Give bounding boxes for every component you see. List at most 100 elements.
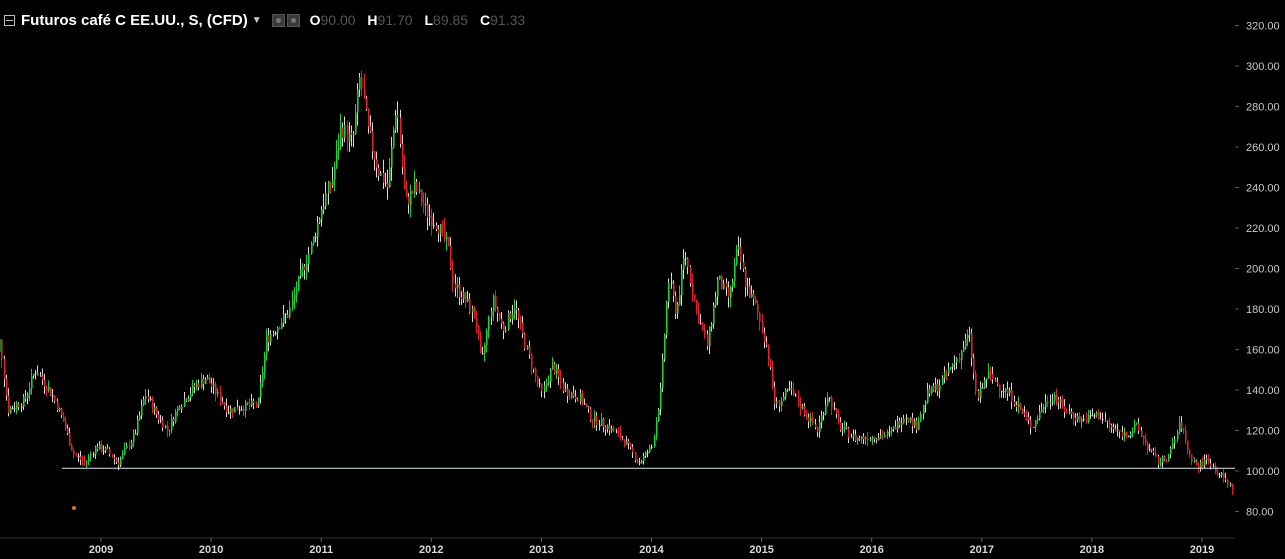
candle-body <box>713 305 715 325</box>
candle-body <box>853 434 855 437</box>
candle-body <box>114 457 116 460</box>
candle-body <box>224 403 226 406</box>
candle-body <box>984 380 986 388</box>
candle-body <box>1230 483 1232 486</box>
candle-body <box>912 417 914 427</box>
candle-body <box>385 182 387 184</box>
candle-body <box>785 389 787 397</box>
candle-body <box>961 351 963 361</box>
candle-body <box>798 395 800 404</box>
candle-body <box>1086 418 1088 423</box>
candle-body <box>133 433 135 443</box>
candle-body <box>1039 411 1041 419</box>
candle-body <box>939 384 941 392</box>
candle-body <box>1200 461 1202 469</box>
candle-body <box>630 443 632 448</box>
candle-body <box>851 436 853 438</box>
candle-body <box>808 417 810 422</box>
candle-body <box>61 408 63 416</box>
candle-body <box>1147 443 1149 450</box>
candle-body <box>514 308 516 314</box>
candle-body <box>565 388 567 392</box>
candle-body <box>876 439 878 441</box>
candle-body <box>569 395 571 398</box>
candle-body <box>643 455 645 461</box>
candle-body <box>895 426 897 430</box>
candle-body <box>35 373 37 375</box>
candle-body <box>918 421 920 430</box>
candle-body <box>389 167 391 188</box>
candle-body <box>256 403 258 406</box>
candle-body <box>194 385 196 387</box>
candle-body <box>914 420 916 427</box>
candle-body <box>721 275 723 289</box>
candle-body <box>391 147 393 168</box>
candle-body <box>86 460 88 463</box>
candle-body <box>651 446 653 448</box>
candle-body <box>605 426 607 430</box>
candle-body <box>433 225 435 227</box>
candle-body <box>76 455 78 457</box>
candle-body <box>1043 407 1045 410</box>
candle-body <box>1033 426 1035 428</box>
candle-body <box>709 326 711 347</box>
candle-body <box>903 418 905 423</box>
candle-body <box>599 425 601 427</box>
candle-body <box>645 452 647 456</box>
candle-body <box>959 358 961 361</box>
candle-body <box>1185 430 1187 441</box>
candle-body <box>90 454 92 457</box>
collapse-icon[interactable] <box>4 14 15 26</box>
candle-body <box>495 295 497 309</box>
candle-body <box>203 378 205 385</box>
candle-body <box>315 236 317 238</box>
candle-body <box>283 314 285 324</box>
gear-icon[interactable] <box>286 13 300 27</box>
settings-icon[interactable] <box>271 13 285 27</box>
candle-body <box>1016 404 1018 407</box>
candle-body <box>165 425 167 429</box>
candle-body <box>711 324 713 327</box>
candle-body <box>580 393 582 402</box>
candle-body <box>679 294 681 305</box>
candle-body <box>1208 458 1210 464</box>
candle-body <box>819 422 821 433</box>
candle-body <box>601 419 603 426</box>
candle-body <box>167 425 169 431</box>
candle-body <box>1126 432 1128 436</box>
candle-body <box>419 189 421 192</box>
symbol-title[interactable]: Futuros café C EE.UU., S, (CFD) <box>21 12 248 29</box>
candle-body <box>656 420 658 437</box>
candle-body <box>815 424 817 428</box>
chevron-down-icon[interactable]: ▼ <box>252 15 262 26</box>
candle-body <box>175 411 177 422</box>
price-axis[interactable]: 80.00 100.00 120.00 140.00 160.00 180.00 200.0… <box>1235 0 1285 559</box>
candle-body <box>129 445 131 447</box>
candle-body <box>493 295 495 312</box>
candle-body <box>950 366 952 369</box>
candle-body <box>681 269 683 295</box>
candle-body <box>1064 406 1066 413</box>
candle-body <box>1052 400 1054 403</box>
candle-body <box>865 438 867 440</box>
candle-body <box>590 408 592 421</box>
candle-body <box>488 316 490 331</box>
candle-body <box>1073 414 1075 419</box>
candle-body <box>366 98 368 109</box>
candle-body <box>71 444 73 451</box>
candle-body <box>285 314 287 316</box>
candle-body <box>211 383 213 387</box>
candle-body <box>829 397 831 399</box>
candle-body <box>491 311 493 317</box>
candle-body <box>1005 389 1007 392</box>
candlestick-chart[interactable]: 101.3891.33 80.00100.00120.00140.00160.0… <box>0 0 1285 559</box>
candle-body <box>588 407 590 409</box>
candle-body <box>997 381 999 385</box>
candle-body <box>1098 412 1100 419</box>
candle-body <box>518 310 520 319</box>
candle-body <box>755 299 757 304</box>
x-tick-label: 2019 <box>1190 544 1214 556</box>
candle-body <box>139 415 141 420</box>
chart-header: Futuros café C EE.UU., S, (CFD) ▼ O90.00… <box>4 9 525 31</box>
candle-body <box>1217 472 1219 475</box>
